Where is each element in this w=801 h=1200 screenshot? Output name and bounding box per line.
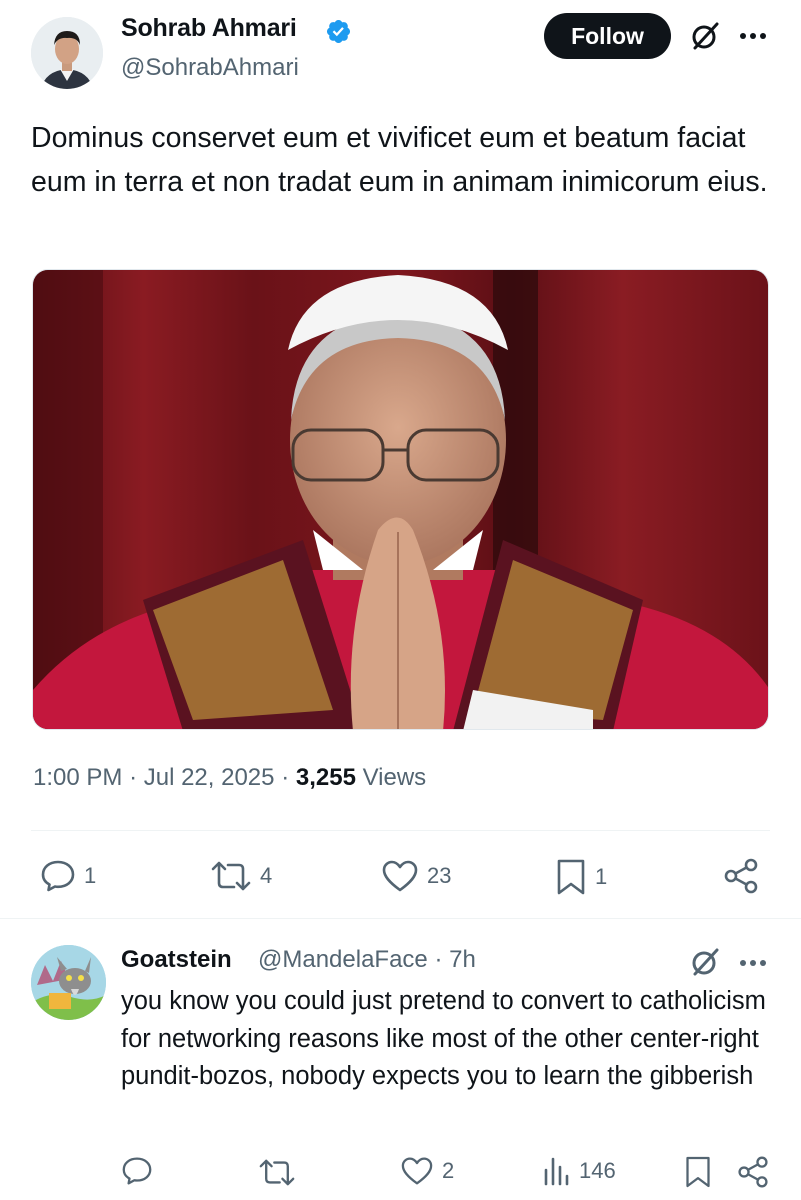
author-name[interactable]: Sohrab Ahmari (121, 14, 297, 43)
reply-icon (41, 860, 75, 892)
share-icon (724, 858, 758, 894)
share-button[interactable] (722, 857, 760, 895)
reply-reply-button[interactable] (121, 1156, 153, 1186)
reply-author-avatar[interactable] (31, 945, 106, 1020)
grok-icon[interactable] (689, 946, 721, 978)
reply-views-count: 146 (579, 1158, 616, 1183)
repost-count: 4 (260, 863, 273, 888)
reply-share-button[interactable] (736, 1155, 770, 1189)
divider (31, 830, 770, 831)
reply-button[interactable]: 1 (40, 859, 96, 893)
views-label: Views (362, 764, 427, 791)
reply-count: 1 (84, 863, 97, 888)
more-icon[interactable] (738, 31, 768, 41)
reply-like-button[interactable]: 2 (400, 1156, 454, 1186)
reply-text: you know you could just pretend to conve… (121, 987, 766, 1090)
tweet-date[interactable]: Jul 22, 2025 (144, 764, 275, 791)
author-avatar[interactable] (31, 17, 103, 89)
grok-icon[interactable] (689, 20, 721, 52)
bookmark-icon (557, 859, 585, 895)
bookmark-icon (686, 1156, 710, 1188)
reply-bookmark-button[interactable] (684, 1155, 712, 1189)
follow-button[interactable]: Follow (544, 13, 671, 59)
verified-badge-icon (326, 19, 351, 44)
like-icon (401, 1157, 433, 1185)
reply-repost-button[interactable] (258, 1159, 296, 1186)
bookmark-count: 1 (595, 864, 608, 889)
tweet-time[interactable]: 1:00 PM (33, 764, 122, 791)
more-icon[interactable] (738, 958, 768, 968)
reply-like-count: 2 (442, 1158, 455, 1183)
like-button[interactable]: 23 (381, 859, 451, 893)
reply-icon (122, 1157, 152, 1185)
reply-author-meta: @MandelaFace · 7h (258, 946, 476, 974)
repost-button[interactable]: 4 (210, 861, 272, 891)
tweet-meta: 1:00 PM · Jul 22, 2025 · 3,255 Views (33, 764, 426, 792)
reply-author-name[interactable]: Goatstein (121, 946, 232, 974)
reply-author-handle[interactable]: @MandelaFace (258, 946, 428, 973)
tweet-photo[interactable] (32, 269, 769, 730)
repost-icon (211, 861, 251, 891)
views-count: 3,255 (295, 764, 356, 791)
views-icon (544, 1157, 569, 1186)
like-count: 23 (427, 863, 452, 888)
bookmark-button[interactable]: 1 (555, 858, 607, 896)
author-handle[interactable]: @SohrabAhmari (121, 54, 299, 82)
divider (0, 918, 801, 919)
tweet-text: Dominus conservet eum et vivificet eum e… (31, 122, 768, 198)
like-icon (382, 860, 418, 892)
repost-icon (259, 1159, 295, 1186)
meta-separator: · (281, 764, 290, 791)
reply-time[interactable]: 7h (449, 946, 476, 973)
meta-separator: · (434, 946, 443, 973)
share-icon (738, 1156, 768, 1188)
reply-views-button[interactable]: 146 (541, 1156, 616, 1186)
meta-separator: · (129, 764, 138, 791)
